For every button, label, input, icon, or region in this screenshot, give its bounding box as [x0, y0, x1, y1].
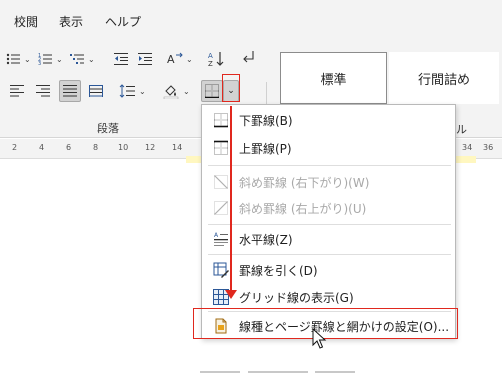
- svg-text:3: 3: [38, 61, 41, 66]
- ruler-number: 10: [118, 143, 129, 152]
- menu-item-label: 斜め罫線 (右下がり)(W): [239, 176, 370, 190]
- bullets-dropdown-icon[interactable]: ⌄: [24, 55, 31, 64]
- decrease-indent-icon[interactable]: [110, 48, 132, 70]
- diagonal-up-border-icon: [213, 200, 229, 216]
- ruler-number: 4: [39, 143, 45, 152]
- annotation-highlight-dropdown: [222, 74, 240, 102]
- tab-help[interactable]: ヘルプ: [105, 13, 141, 30]
- align-center-icon[interactable]: [32, 80, 54, 102]
- menu-separator: [208, 254, 451, 255]
- horizontal-line-icon: A: [213, 231, 229, 247]
- style-no-spacing[interactable]: 行間詰め: [389, 52, 499, 104]
- ruler-number: 6: [66, 143, 72, 152]
- ruler-number: 12: [145, 143, 156, 152]
- draw-table-icon: [213, 262, 229, 278]
- ruler-number: 36: [483, 143, 494, 152]
- shading-dropdown-icon[interactable]: ⌄: [183, 87, 190, 96]
- top-border-icon: [213, 140, 229, 156]
- ruler-number: 34: [462, 143, 473, 152]
- sort-icon[interactable]: AZ: [206, 48, 228, 70]
- align-left-icon[interactable]: [6, 80, 28, 102]
- increase-indent-icon[interactable]: [134, 48, 156, 70]
- ruler-number: 14: [172, 143, 183, 152]
- borders-dropdown-menu: 下罫線(B) 上罫線(P) 斜め罫線 (右下がり)(W) 斜め罫線 (右上がり)…: [201, 104, 456, 339]
- menu-item-draw-table[interactable]: 罫線を引く(D): [202, 256, 455, 284]
- menu-item-top-border[interactable]: 上罫線(P): [202, 134, 455, 162]
- svg-text:Z: Z: [208, 60, 213, 67]
- text-direction-icon[interactable]: A: [164, 48, 186, 70]
- ruler-number: 8: [93, 143, 99, 152]
- multilevel-list-icon[interactable]: [66, 48, 88, 70]
- menu-item-label: 水平線(Z): [239, 233, 293, 247]
- styles-group-label-partial: ル: [456, 123, 467, 136]
- line-spacing-dropdown-icon[interactable]: ⌄: [139, 87, 146, 96]
- numbering-dropdown-icon[interactable]: ⌄: [56, 55, 63, 64]
- menu-item-diagonal-up-border[interactable]: 斜め罫線 (右上がり)(U): [202, 194, 455, 222]
- line-spacing-icon[interactable]: [116, 80, 138, 102]
- menu-item-horizontal-line[interactable]: A 水平線(Z): [202, 225, 455, 253]
- style-normal[interactable]: 標準: [280, 52, 387, 104]
- document-text-fragment: [200, 366, 360, 376]
- borders-icon[interactable]: [201, 80, 223, 102]
- numbering-icon[interactable]: 123: [34, 48, 56, 70]
- justify-icon[interactable]: [59, 80, 81, 102]
- text-direction-dropdown-icon[interactable]: ⌄: [186, 55, 193, 64]
- menu-item-diagonal-down-border[interactable]: 斜め罫線 (右下がり)(W): [202, 168, 455, 196]
- menu-item-label: グリッド線の表示(G): [239, 291, 354, 305]
- menu-item-label: 罫線を引く(D): [239, 264, 318, 278]
- paragraph-group-label: 段落: [97, 122, 119, 135]
- menu-item-label: 斜め罫線 (右上がり)(U): [239, 202, 367, 216]
- tab-review[interactable]: 校閲: [14, 13, 38, 30]
- show-formatting-marks-icon[interactable]: [238, 46, 260, 68]
- multilevel-dropdown-icon[interactable]: ⌄: [88, 55, 95, 64]
- svg-text:A: A: [214, 232, 219, 239]
- bullets-icon[interactable]: [2, 48, 24, 70]
- menu-separator: [208, 165, 451, 166]
- bottom-border-icon: [213, 112, 229, 128]
- distributed-icon[interactable]: [85, 80, 107, 102]
- menu-item-view-gridlines[interactable]: グリッド線の表示(G): [202, 283, 455, 311]
- annotation-arrow-head: [225, 290, 237, 299]
- svg-text:A: A: [167, 53, 175, 66]
- tab-view[interactable]: 表示: [59, 13, 83, 30]
- mouse-pointer-icon: [312, 327, 328, 350]
- ribbon-tab-bar: 校閲 表示 ヘルプ: [0, 0, 502, 40]
- menu-item-bottom-border[interactable]: 下罫線(B): [202, 106, 455, 134]
- annotation-arrow-line: [230, 106, 232, 292]
- menu-item-label: 上罫線(P): [239, 142, 292, 156]
- menu-item-label: 下罫線(B): [239, 114, 293, 128]
- ruler-number: 2: [12, 143, 18, 152]
- svg-text:A: A: [208, 52, 213, 60]
- shading-icon[interactable]: [160, 80, 182, 102]
- diagonal-down-border-icon: [213, 174, 229, 190]
